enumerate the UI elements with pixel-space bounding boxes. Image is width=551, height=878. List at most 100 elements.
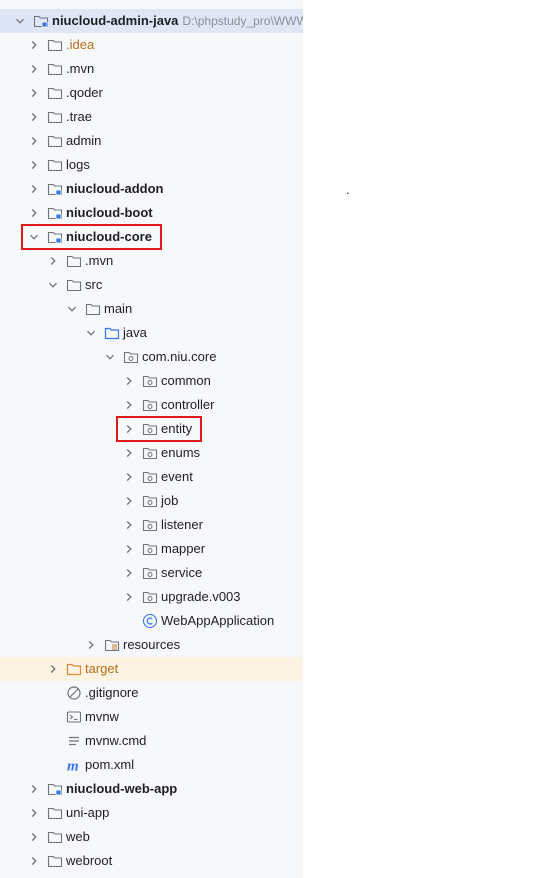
folder-icon xyxy=(66,253,82,269)
chevron-right-icon[interactable] xyxy=(28,153,40,177)
tree-root-label: niucloud-admin-java D:\phpstudy_pro\WWW xyxy=(52,9,303,33)
tree-item-mvnw-cmd[interactable]: mvnw.cmd xyxy=(0,729,303,753)
tree-item-admin[interactable]: admin xyxy=(0,129,303,153)
chevron-right-icon[interactable] xyxy=(28,825,40,849)
tree-item-niucloud-web-app[interactable]: niucloud-web-app xyxy=(0,777,303,801)
tree-item-upgrade-v003[interactable]: upgrade.v003 xyxy=(0,585,303,609)
chevron-right-icon[interactable] xyxy=(28,777,40,801)
package-icon xyxy=(142,517,158,533)
chevron-down-icon[interactable] xyxy=(66,297,78,321)
chevron-right-icon[interactable] xyxy=(123,417,135,441)
chevron-right-icon[interactable] xyxy=(28,201,40,225)
module-icon xyxy=(47,229,63,245)
tree-item-enums[interactable]: enums xyxy=(0,441,303,465)
folder-icon xyxy=(47,133,63,149)
chevron-right-icon[interactable] xyxy=(123,369,135,393)
resources-folder-icon xyxy=(104,637,120,653)
tree-item-mapper[interactable]: mapper xyxy=(0,537,303,561)
tree-item-src[interactable]: src xyxy=(0,273,303,297)
tree-item-qoder[interactable]: .qoder xyxy=(0,81,303,105)
ignore-file-icon xyxy=(66,685,82,701)
tree-item-webappapplication[interactable]: WebAppApplication xyxy=(0,609,303,633)
tree-item-label: niucloud-addon xyxy=(66,181,164,196)
tree-item-label: resources xyxy=(123,637,181,652)
chevron-right-icon[interactable] xyxy=(28,129,40,153)
tree-item-label: .mvn xyxy=(85,253,114,268)
chevron-right-icon[interactable] xyxy=(28,81,40,105)
tree-item-trae[interactable]: .trae xyxy=(0,105,303,129)
chevron-down-icon[interactable] xyxy=(104,345,116,369)
tree-item-logs[interactable]: logs xyxy=(0,153,303,177)
project-tree[interactable]: niucloud-admin-java D:\phpstudy_pro\WWW .… xyxy=(0,0,303,878)
chevron-right-icon[interactable] xyxy=(123,489,135,513)
chevron-right-icon[interactable] xyxy=(123,561,135,585)
tree-item-job[interactable]: job xyxy=(0,489,303,513)
tree-item-com-niu-core[interactable]: com.niu.core xyxy=(0,345,303,369)
stray-mark: . xyxy=(346,182,350,197)
chevron-right-icon[interactable] xyxy=(28,57,40,81)
chevron-right-icon[interactable] xyxy=(28,33,40,57)
tree-item-label: .qoder xyxy=(66,85,103,100)
tree-item-listener[interactable]: listener xyxy=(0,513,303,537)
tree-item-gitignore[interactable]: .gitignore xyxy=(0,681,303,705)
folder-icon xyxy=(47,61,63,77)
chevron-right-icon[interactable] xyxy=(28,177,40,201)
tree-root-niucloud-admin-java[interactable]: niucloud-admin-java D:\phpstudy_pro\WWW xyxy=(0,9,303,33)
tree-item-main[interactable]: main xyxy=(0,297,303,321)
chevron-down-icon[interactable] xyxy=(85,321,97,345)
tree-item-pom-xml[interactable]: m pom.xml xyxy=(0,753,303,777)
package-icon xyxy=(123,349,139,365)
chevron-right-icon[interactable] xyxy=(123,513,135,537)
tree-item-label: web xyxy=(66,829,90,844)
tree-item-label: entity xyxy=(161,421,193,436)
package-icon xyxy=(142,445,158,461)
svg-text:m: m xyxy=(67,759,79,774)
tree-item-event[interactable]: event xyxy=(0,465,303,489)
tree-item-label: upgrade.v003 xyxy=(161,589,241,604)
chevron-down-icon[interactable] xyxy=(14,9,26,33)
chevron-right-icon[interactable] xyxy=(47,657,59,681)
tree-item-label: uni-app xyxy=(66,805,110,820)
chevron-right-icon[interactable] xyxy=(123,465,135,489)
source-folder-icon xyxy=(104,325,120,341)
tree-item-web[interactable]: web xyxy=(0,825,303,849)
tree-item-mvnw[interactable]: mvnw xyxy=(0,705,303,729)
package-icon xyxy=(142,421,158,437)
tree-item-idea[interactable]: .idea xyxy=(0,33,303,57)
tree-item-resources[interactable]: resources xyxy=(0,633,303,657)
package-icon xyxy=(142,541,158,557)
tree-item-java[interactable]: java xyxy=(0,321,303,345)
chevron-right-icon[interactable] xyxy=(28,801,40,825)
tree-item-webroot[interactable]: webroot xyxy=(0,849,303,873)
chevron-right-icon[interactable] xyxy=(85,633,97,657)
chevron-right-icon[interactable] xyxy=(28,849,40,873)
tree-item-niucloud-core[interactable]: niucloud-core xyxy=(0,225,303,249)
chevron-right-icon[interactable] xyxy=(123,441,135,465)
tree-item-label: job xyxy=(161,493,179,508)
tree-item-common[interactable]: common xyxy=(0,369,303,393)
tree-item-target[interactable]: target xyxy=(0,657,303,681)
tree-item-label: listener xyxy=(161,517,203,532)
tree-item-entity[interactable]: entity xyxy=(0,417,303,441)
tree-item-controller[interactable]: controller xyxy=(0,393,303,417)
chevron-down-icon[interactable] xyxy=(47,273,59,297)
tree-item-niucloud-addon[interactable]: niucloud-addon xyxy=(0,177,303,201)
tree-item-mvn[interactable]: .mvn xyxy=(0,57,303,81)
chevron-right-icon[interactable] xyxy=(123,393,135,417)
chevron-right-icon[interactable] xyxy=(47,249,59,273)
chevron-right-icon[interactable] xyxy=(28,105,40,129)
folder-icon xyxy=(47,85,63,101)
tree-item-niucloud-boot[interactable]: niucloud-boot xyxy=(0,201,303,225)
tree-item-mvn[interactable]: .mvn xyxy=(0,249,303,273)
tree-item-uni-app[interactable]: uni-app xyxy=(0,801,303,825)
chevron-right-icon[interactable] xyxy=(123,537,135,561)
chevron-right-icon[interactable] xyxy=(123,585,135,609)
tree-item-label: niucloud-boot xyxy=(66,205,153,220)
folder-icon xyxy=(47,109,63,125)
tree-item-service[interactable]: service xyxy=(0,561,303,585)
module-icon xyxy=(47,781,63,797)
tree-item-label: niucloud-core xyxy=(66,229,152,244)
tree-item-label: event xyxy=(161,469,193,484)
tree-item-label: admin xyxy=(66,133,102,148)
chevron-down-icon[interactable] xyxy=(28,225,40,249)
